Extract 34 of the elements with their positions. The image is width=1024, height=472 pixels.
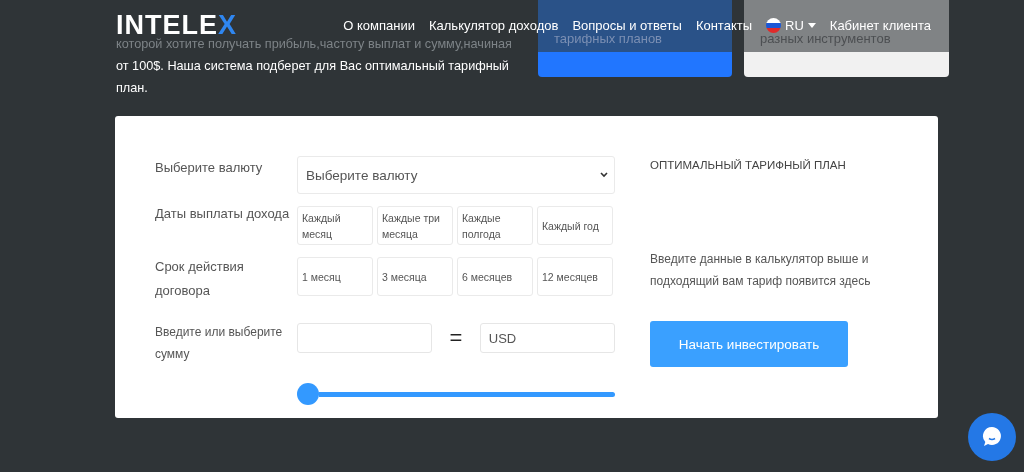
result-description: Введите данные в калькулятор выше и подходящий вам тариф появится здесь	[650, 251, 872, 290]
term-option[interactable]: 6 месяцев	[457, 257, 533, 296]
flag-icon	[766, 17, 782, 33]
result-title: ОПТИМАЛЬНЫЙ ТАРИФНЫЙ ПЛАН	[650, 159, 847, 171]
payout-option[interactable]: Каждый год	[537, 206, 613, 245]
caret-icon	[807, 22, 816, 28]
currency-select[interactable]: Выберите валюту	[297, 156, 615, 194]
field-label: Срок действия договора	[155, 258, 245, 300]
chat-bubble-icon	[980, 425, 1004, 449]
client-cabinet-link[interactable]: Кабинет клиента	[829, 17, 931, 33]
slider-track[interactable]	[319, 391, 615, 397]
nav-link[interactable]: О компании	[343, 17, 415, 33]
term-option[interactable]: 3 месяца	[377, 257, 453, 296]
slider-thumb[interactable]	[297, 383, 319, 405]
field-label: Даты выплаты дохода	[155, 205, 291, 223]
chevron-icon	[600, 172, 608, 178]
card-text: тарифных планов	[554, 31, 663, 48]
payout-option[interactable]: Каждый месяц	[297, 206, 373, 245]
nav-link[interactable]: Контакты	[695, 17, 753, 33]
amount-input[interactable]	[297, 323, 433, 353]
term-option[interactable]: 1 месяц	[297, 257, 373, 296]
field-label: Введите или выберите сумму	[155, 324, 284, 363]
language-selector[interactable]: RU	[766, 17, 816, 33]
intro-text: от 100$. Наша система подберет для Вас оптимальный тарифный план.	[116, 58, 510, 97]
payout-option[interactable]: Каждые полгода	[457, 206, 533, 245]
nav-link[interactable]: Калькулятор доходов	[429, 17, 559, 33]
field-label: Выберите валюту	[155, 159, 264, 177]
chat-button[interactable]	[968, 413, 1016, 461]
currency-field[interactable]: USD	[479, 323, 615, 353]
payout-option[interactable]: Каждые три месяца	[377, 206, 453, 245]
nav-link[interactable]: Вопросы и ответы	[572, 17, 682, 33]
equals-sign: =	[448, 325, 464, 351]
term-option[interactable]: 12 месяцев	[537, 257, 613, 296]
amount-slider[interactable]	[297, 383, 615, 405]
